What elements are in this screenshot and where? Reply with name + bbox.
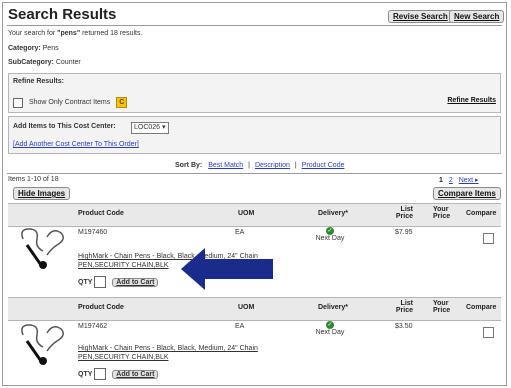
- revise-search-button[interactable]: Revise Search: [388, 10, 453, 23]
- sort-separator: |: [294, 162, 297, 169]
- col-compare: Compare: [466, 210, 497, 217]
- category-label: Category:: [8, 45, 41, 52]
- product-uom: EA: [235, 323, 245, 330]
- col-your-price: Your Price: [433, 206, 451, 220]
- next-page-link[interactable]: Next ▸: [459, 177, 479, 184]
- summary-prefix: Your search for: [8, 30, 58, 37]
- search-results-panel: Search Results Revise Search New Search …: [2, 2, 507, 386]
- hide-images-button[interactable]: Hide Images: [13, 187, 71, 200]
- sort-label: Sort By:: [175, 162, 203, 169]
- summary-suffix: returned 18 results.: [80, 30, 143, 37]
- col-list-price: List Price: [395, 300, 413, 314]
- col-uom: UOM: [238, 210, 255, 217]
- col-delivery: Delivery*: [318, 210, 348, 217]
- compare-checkbox[interactable]: [483, 327, 494, 338]
- qty-row: QTY Add to Cart: [78, 368, 159, 380]
- arrow-left-icon: [181, 248, 273, 290]
- sort-bar: Sort By: Best Match | Description | Prod…: [175, 162, 345, 169]
- cost-center-select[interactable]: LOC026 ▾: [131, 122, 169, 134]
- qty-label: QTY: [78, 278, 93, 286]
- col-uom: UOM: [238, 304, 255, 311]
- cost-center-value: LOC026: [134, 124, 161, 131]
- header-divider: [7, 25, 502, 26]
- refine-results-box: Refine Results: Show Only Contract Items…: [8, 73, 501, 113]
- contract-checkbox[interactable]: [13, 97, 23, 108]
- refine-title: Refine Results:: [13, 78, 64, 85]
- pen-on-chain-icon[interactable]: [17, 321, 69, 367]
- delivery-status: ✓ Next Day: [315, 321, 345, 336]
- qty-label: QTY: [78, 370, 93, 378]
- col-compare: Compare: [466, 304, 497, 311]
- subcategory-value: Counter: [55, 59, 81, 66]
- add-to-cart-button[interactable]: Add to Cart: [112, 277, 159, 287]
- qty-input[interactable]: [94, 276, 107, 288]
- add-cost-center-link[interactable]: [Add Another Cost Center To This Order]: [13, 141, 139, 148]
- col-list-price: List Price: [395, 206, 413, 220]
- contract-label: Show Only Contract Items: [28, 99, 111, 107]
- pen-on-chain-icon[interactable]: [17, 225, 69, 271]
- check-circle-icon: ✓: [326, 321, 334, 329]
- pagination: 1 2 Next ▸: [439, 176, 479, 184]
- contract-icon: C: [116, 97, 128, 108]
- search-term: "pens": [57, 30, 81, 37]
- category-value: Pens: [42, 45, 59, 52]
- col-delivery: Delivery*: [318, 304, 348, 311]
- delivery-text: Next Day: [315, 235, 345, 242]
- product-description-link[interactable]: HighMark - Chain Pens - Black, Black, Me…: [78, 345, 258, 352]
- col-product-code: Product Code: [78, 304, 124, 311]
- sort-product-code[interactable]: Product Code: [302, 162, 345, 169]
- cost-center-box: Add Items to This Cost Center: LOC026 ▾ …: [8, 116, 501, 154]
- search-summary: Your search for "pens" returned 18 resul…: [8, 30, 142, 37]
- product-code: M197462: [78, 323, 108, 330]
- sort-description[interactable]: Description: [255, 162, 290, 169]
- delivery-text: Next Day: [315, 329, 345, 336]
- items-count: Items 1-10 of 18: [8, 176, 59, 183]
- product-header-row: Product Code UOM Delivery* List Price Yo…: [8, 203, 501, 227]
- sort-divider: [7, 173, 502, 174]
- refine-results-link[interactable]: Refine Results: [447, 97, 496, 104]
- sort-best-match[interactable]: Best Match: [208, 162, 243, 169]
- page-title: Search Results: [8, 6, 117, 23]
- page-2-link[interactable]: 2: [449, 177, 453, 184]
- sort-separator: |: [248, 162, 250, 169]
- qty-row: QTY Add to Cart: [78, 276, 159, 288]
- new-search-button[interactable]: New Search: [449, 10, 505, 23]
- add-to-cart-button[interactable]: Add to Cart: [112, 369, 159, 379]
- subcategory-label: SubCategory:: [8, 59, 54, 66]
- list-price: $7.95: [395, 229, 413, 236]
- col-product-code: Product Code: [78, 210, 124, 217]
- product-header-row: Product Code UOM Delivery* List Price Yo…: [8, 297, 501, 321]
- product-uom: EA: [235, 229, 245, 236]
- col-your-price: Your Price: [433, 300, 451, 314]
- product-short-description-link[interactable]: PEN,SECURITY CHAIN,BLK: [78, 354, 169, 361]
- category-line: Category: Pens: [8, 45, 59, 52]
- delivery-status: ✓ Next Day: [315, 227, 345, 242]
- compare-checkbox[interactable]: [483, 233, 494, 244]
- cost-center-label: Add Items to This Cost Center:: [13, 123, 116, 130]
- page-current: 1: [439, 177, 443, 184]
- qty-input[interactable]: [94, 368, 107, 380]
- list-price: $3.50: [395, 323, 413, 330]
- check-circle-icon: ✓: [326, 227, 334, 235]
- chevron-down-icon: ▾: [162, 124, 166, 131]
- product-short-description-link[interactable]: PEN,SECURITY CHAIN,BLK: [78, 262, 169, 269]
- contract-filter: Show Only Contract Items C: [13, 97, 128, 108]
- product-code: M197460: [78, 229, 108, 236]
- subcategory-line: SubCategory: Counter: [8, 59, 81, 66]
- compare-items-button[interactable]: Compare Items: [433, 187, 501, 200]
